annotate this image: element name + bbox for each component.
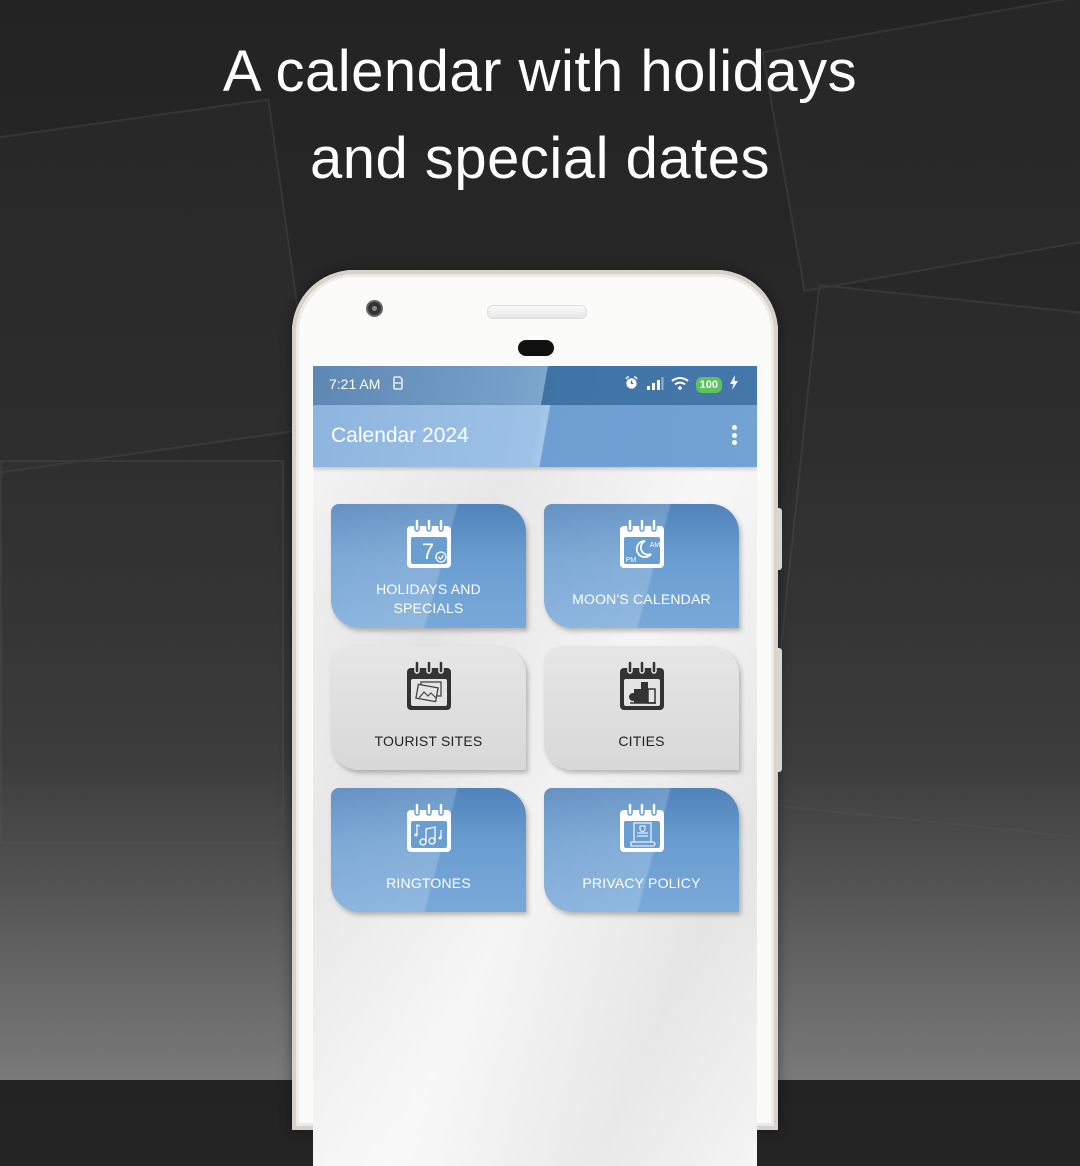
calendar-moon-icon: AM PM (614, 516, 670, 572)
signal-icon (646, 375, 664, 394)
calendar-photos-icon (401, 658, 457, 714)
earpiece-speaker (487, 305, 587, 319)
status-bar: 7:21 AM 100 (313, 366, 757, 405)
phone-volume-button (776, 648, 782, 772)
phone-side-button (776, 508, 782, 570)
calendar-document-icon (614, 800, 670, 856)
app-title: Calendar 2024 (331, 424, 469, 447)
more-vert-icon[interactable] (731, 425, 737, 445)
sim-icon (393, 376, 403, 394)
tile-cities[interactable]: CITIES (544, 646, 739, 770)
tile-label: PRIVACY POLICY (582, 875, 701, 891)
front-camera-icon (366, 300, 383, 317)
app-toolbar: Calendar 2024 (313, 405, 757, 467)
tile-label: MOON'S CALENDAR (572, 591, 711, 607)
icon-day-number: 7 (421, 539, 433, 564)
alarm-icon (624, 375, 639, 394)
tile-tourist-sites[interactable]: TOURIST SITES (331, 646, 526, 770)
calendar-city-icon (614, 658, 670, 714)
tile-label: CITIES (618, 733, 665, 749)
tile-label: HOLIDAYS AND SPECIALS (376, 581, 481, 616)
app-screen: 7:21 AM 100 Calendar 2024 7 HOLIDAYS AND… (313, 366, 757, 1166)
tile-label: TOURIST SITES (374, 733, 483, 749)
phone-mockup: 7:21 AM 100 Calendar 2024 7 HOLIDAYS AND… (292, 270, 782, 1166)
svg-text:AM: AM (649, 542, 660, 549)
tile-privacy-policy[interactable]: PRIVACY POLICY (544, 788, 739, 912)
status-time: 7:21 AM (329, 376, 381, 392)
tile-label: RINGTONES (386, 875, 471, 891)
headline-line-2: and special dates (310, 126, 770, 191)
headline-line-1: A calendar with holidays (222, 39, 858, 104)
proximity-sensor (518, 340, 554, 356)
calendar-music-icon (401, 800, 457, 856)
wifi-icon (670, 375, 689, 394)
calendar-day-check-icon: 7 (401, 516, 457, 572)
tile-moons-calendar[interactable]: AM PM MOON'S CALENDAR (544, 504, 739, 628)
tile-holidays-and-specials[interactable]: 7 HOLIDAYS AND SPECIALS (331, 504, 526, 628)
charging-bolt-icon (729, 375, 739, 394)
promo-headline: A calendar with holidays and special dat… (0, 28, 1080, 202)
tile-ringtones[interactable]: RINGTONES (331, 788, 526, 912)
battery-indicator: 100 (695, 376, 722, 393)
svg-text:PM: PM (625, 557, 636, 564)
